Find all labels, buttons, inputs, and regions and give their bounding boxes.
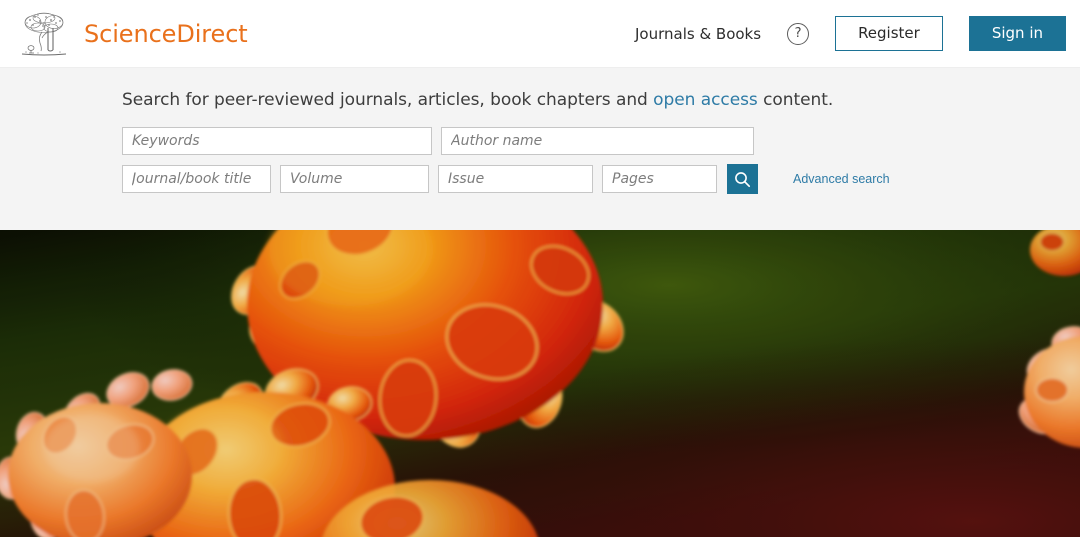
volume-input[interactable] <box>280 165 429 193</box>
brand-logo-group[interactable]: ScienceDirect <box>18 9 248 58</box>
tagline-text-after: content. <box>757 90 834 110</box>
keywords-input[interactable] <box>122 127 432 155</box>
journal-book-title-input[interactable] <box>122 165 271 193</box>
issue-input[interactable] <box>438 165 593 193</box>
nav-journals-and-books[interactable]: Journals & Books <box>635 25 761 43</box>
search-section: Search for peer-reviewed journals, artic… <box>0 67 1080 230</box>
search-magnifier-icon <box>735 171 751 187</box>
advanced-search-link[interactable]: Advanced search <box>793 172 890 186</box>
open-access-link[interactable]: open access <box>653 90 758 110</box>
coronavirus-micrograph-image <box>0 230 1080 537</box>
search-submit-button[interactable] <box>727 164 758 194</box>
tagline-text-before: Search for peer-reviewed journals, artic… <box>122 90 654 110</box>
sign-in-button[interactable]: Sign in <box>968 15 1066 52</box>
brand-name: ScienceDirect <box>84 19 248 48</box>
hero-banner: The most relevant research on Novel Coro… <box>0 230 1080 537</box>
elsevier-tree-logo-icon <box>18 9 70 58</box>
author-name-input[interactable] <box>441 127 754 155</box>
search-row-primary <box>122 127 1080 155</box>
site-header: ScienceDirect Journals & Books ? Registe… <box>0 0 1080 67</box>
help-icon[interactable]: ? <box>787 22 810 45</box>
search-tagline: Search for peer-reviewed journals, artic… <box>122 90 1080 110</box>
register-button[interactable]: Register <box>835 15 943 52</box>
header-nav: Journals & Books ? Register Sign in <box>635 15 1066 52</box>
search-row-secondary: Advanced search <box>122 164 1080 194</box>
pages-input[interactable] <box>602 165 717 193</box>
